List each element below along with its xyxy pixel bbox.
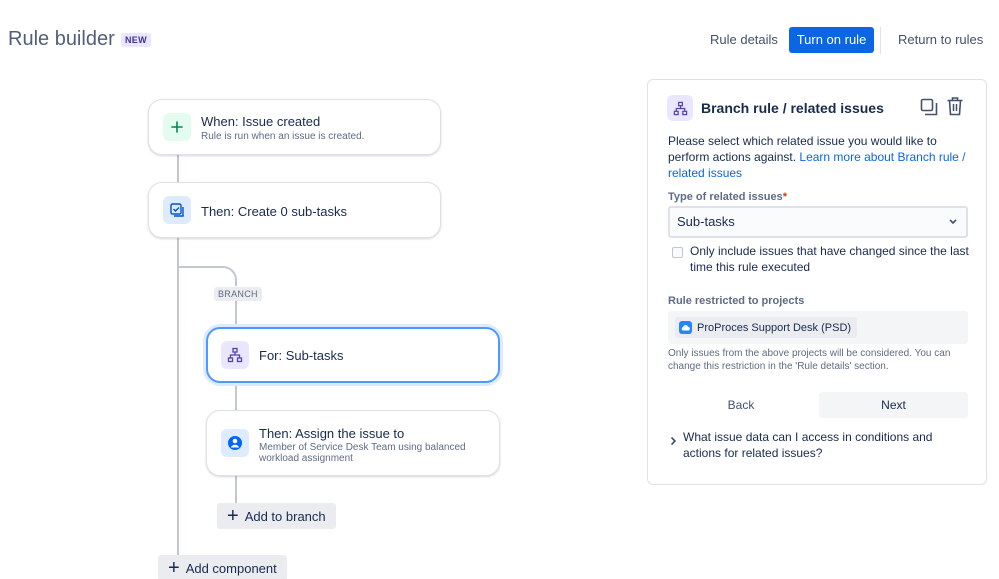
type-field-label: Type of related issues* <box>668 191 787 203</box>
branch-icon <box>221 341 249 369</box>
chevron-down-icon <box>948 208 958 248</box>
required-mark: * <box>782 191 788 203</box>
plus-icon: + <box>227 505 239 527</box>
connector-branch-2 <box>235 383 237 411</box>
changed-issues-label: Only include issues that have changed si… <box>690 244 969 274</box>
projects-field-label: Rule restricted to projects <box>668 295 805 307</box>
page-title: Rule builder <box>8 28 115 50</box>
branch-title: For: Sub-tasks <box>259 348 344 363</box>
assign-issue-subtitle: Member of Service Desk Team using balanc… <box>259 442 466 464</box>
plus-icon: + <box>168 557 180 579</box>
connector-branch-1 <box>235 300 237 328</box>
type-label-text: Type of related issues <box>668 191 783 203</box>
project-chip-label: ProProces Support Desk (PSD) <box>697 321 852 334</box>
branch-icon <box>667 95 693 121</box>
new-badge: NEW <box>121 33 151 47</box>
branch-tag: BRANCH <box>214 287 262 301</box>
add-component-button[interactable]: + Add component <box>158 555 287 579</box>
return-to-rules-button[interactable]: Return to rules <box>888 27 993 53</box>
next-button[interactable]: Next <box>819 392 968 418</box>
type-select-value: Sub-tasks <box>677 214 735 229</box>
plus-icon <box>163 113 191 141</box>
trigger-subtitle: Rule is run when an issue is created. <box>201 131 365 142</box>
copy-icon[interactable] <box>920 98 938 121</box>
back-button[interactable]: Back <box>668 392 814 418</box>
trigger-card[interactable]: When: Issue created Rule is run when an … <box>148 99 441 155</box>
project-chip: ProProces Support Desk (PSD) <box>675 317 858 338</box>
chevron-right-icon[interactable] <box>670 436 677 449</box>
assign-issue-card[interactable]: Then: Assign the issue to Member of Serv… <box>206 410 500 476</box>
panel-title: Branch rule / related issues <box>701 100 884 116</box>
assign-issue-title: Then: Assign the issue to <box>259 426 405 441</box>
create-subtasks-title: Then: Create 0 sub-tasks <box>201 204 347 219</box>
panel-description: Please select which related issue you wo… <box>668 133 973 181</box>
user-icon <box>221 429 249 457</box>
add-component-label: Add component <box>185 560 277 576</box>
header-divider <box>880 27 881 54</box>
trigger-title: When: Issue created <box>201 114 321 129</box>
branch-connector-curve <box>177 266 237 286</box>
add-to-branch-label: Add to branch <box>244 508 326 524</box>
branch-config-panel: Branch rule / related issues Please sele… <box>647 79 987 485</box>
branch-subtasks-card[interactable]: For: Sub-tasks <box>206 327 500 383</box>
subtask-icon <box>163 196 191 224</box>
trash-icon[interactable] <box>946 96 964 121</box>
turn-on-rule-button[interactable]: Turn on rule <box>789 27 874 53</box>
projects-note: Only issues from the above projects will… <box>668 348 951 372</box>
faq-expander[interactable]: What issue data can I access in conditio… <box>683 429 963 461</box>
projects-field[interactable]: ProProces Support Desk (PSD) <box>668 311 968 344</box>
create-subtasks-card[interactable]: Then: Create 0 sub-tasks <box>148 182 441 238</box>
cloud-icon <box>679 321 692 334</box>
add-to-branch-button[interactable]: + Add to branch <box>217 503 336 529</box>
rule-details-button[interactable]: Rule details <box>700 27 788 53</box>
changed-issues-checkbox[interactable] <box>672 247 683 258</box>
connector-branch-3 <box>235 476 237 504</box>
type-select[interactable]: Sub-tasks <box>668 206 968 238</box>
